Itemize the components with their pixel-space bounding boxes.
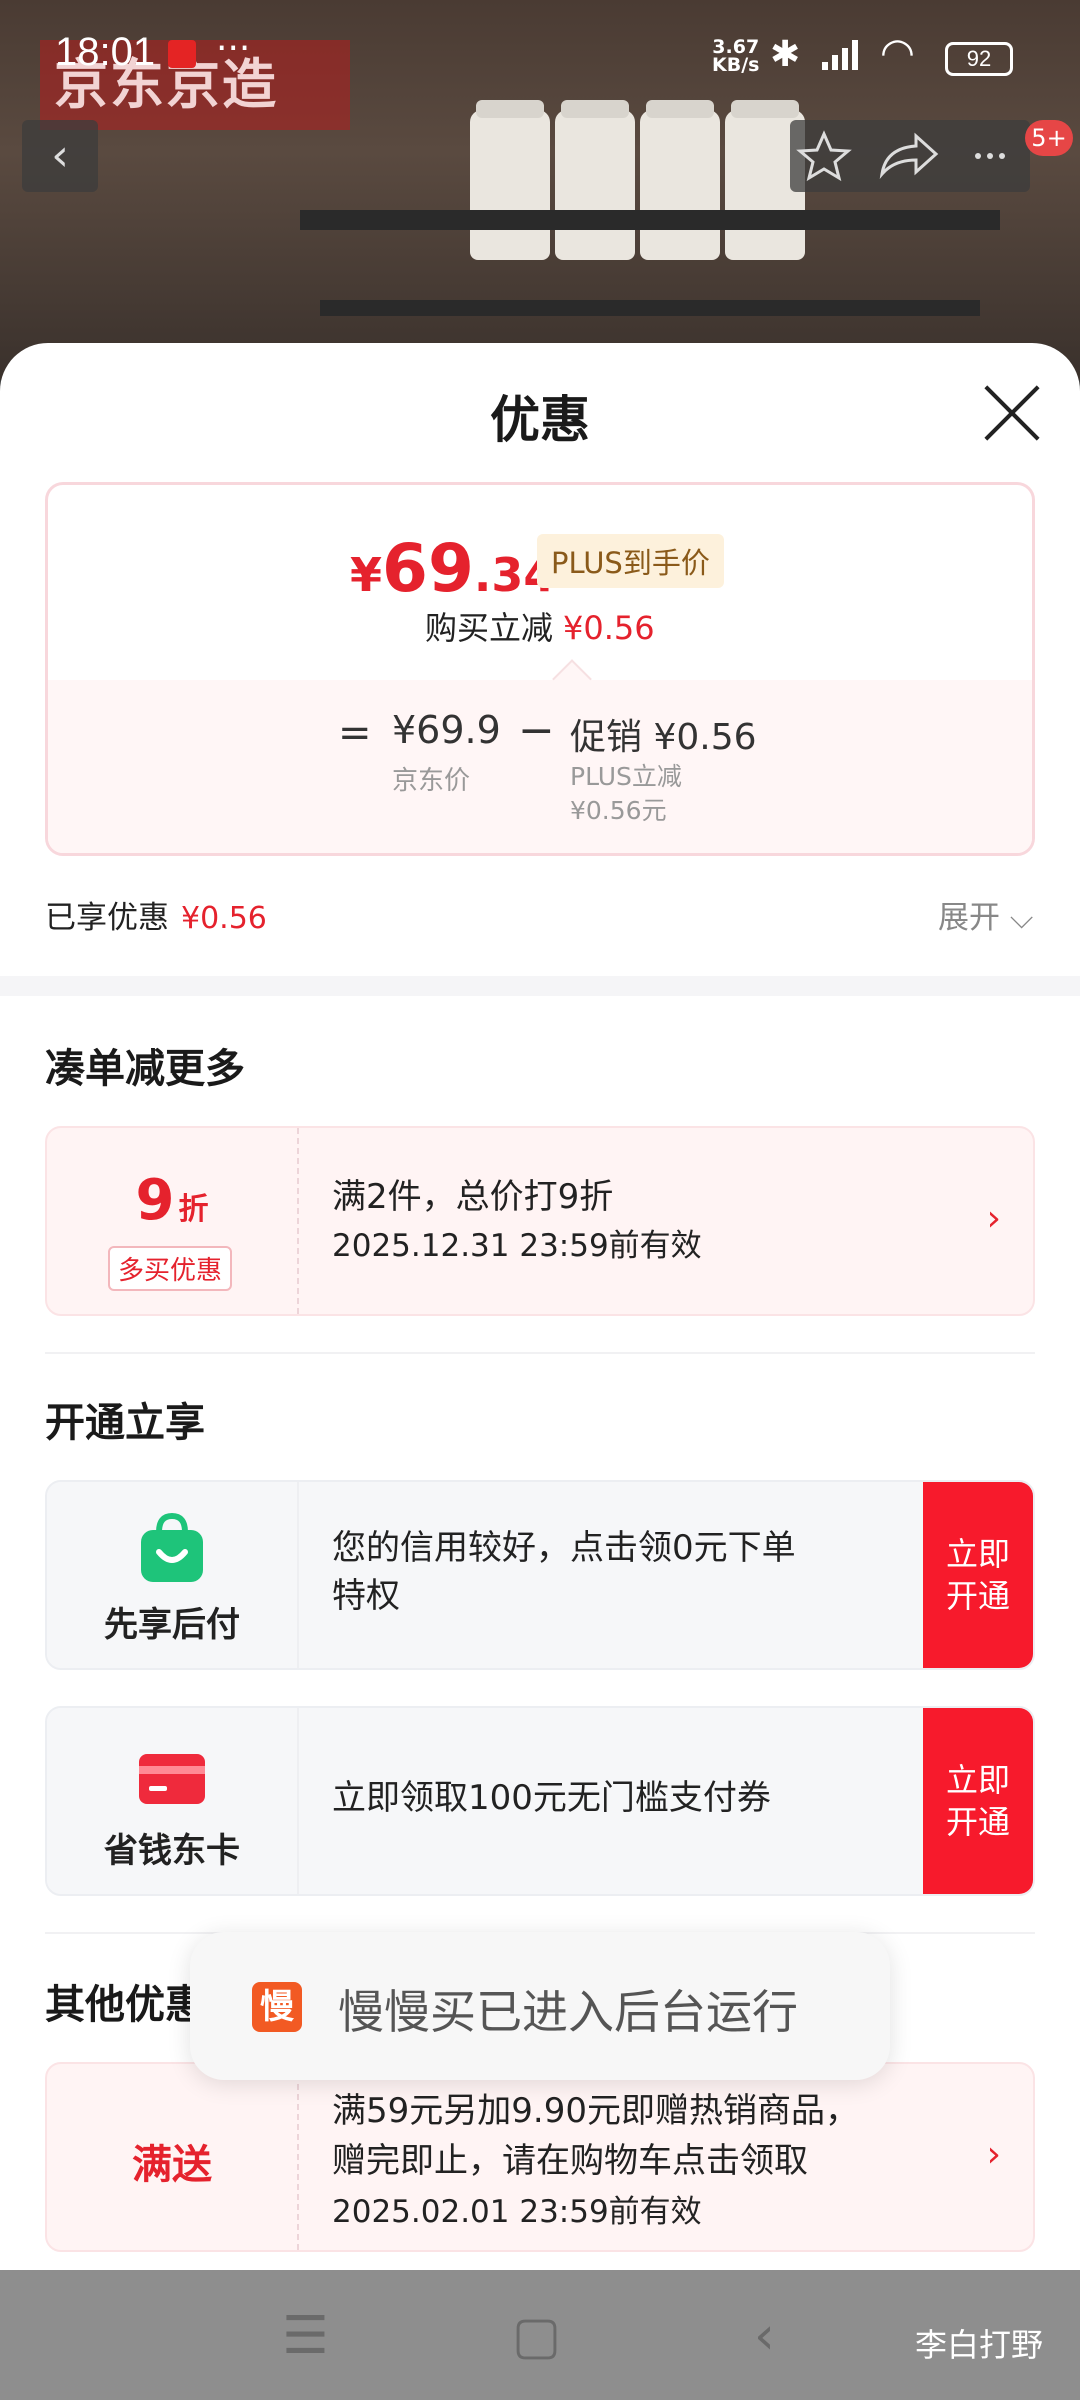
net-speed-unit: KB/s <box>712 54 760 76</box>
currency-symbol: ¥ <box>350 548 383 602</box>
manmanmai-app-icon: 慢 <box>252 1982 302 2032</box>
cta-line1: 立即 <box>945 1535 1010 1573</box>
pay-later-card[interactable]: 先享后付 您的信用较好，点击领0元下单 特权 立即开通 <box>45 1480 1035 1670</box>
discount-number: 9 <box>135 1168 175 1233</box>
jd-price-label: 京东价 <box>392 766 471 796</box>
bluetooth-icon: ✱ <box>770 34 801 75</box>
cta-line2: 开通 <box>945 1577 1010 1615</box>
bundle-discount-card[interactable]: 9折 多买优惠 满2件，总价打9折 2025.12.31 23:59前有效 › <box>45 1126 1035 1316</box>
status-time: 18:01 <box>55 30 156 74</box>
section-title-other: 其他优惠 <box>45 1982 205 2028</box>
multi-buy-tag: 多买优惠 <box>108 1246 233 1291</box>
back-button[interactable]: ‹ <box>22 120 98 192</box>
gift-promo-card[interactable]: 满送 满59元另加9.90元即赠热销商品， 赠完即止，请在购物车点击领取 202… <box>45 2062 1035 2252</box>
discount-value: 9折 <box>47 1168 297 1233</box>
section-title-bundle: 凑单减更多 <box>45 1046 245 1092</box>
savings-card-desc: 立即领取100元无门槛支付券 <box>332 1778 771 1818</box>
bundle-rule: 满2件，总价打9折 <box>332 1177 614 1217</box>
product-jar <box>470 100 550 260</box>
gift-promo-desc: 满59元另加9.90元即赠热销商品， 赠完即止，请在购物车点击领取 2025.0… <box>332 2086 859 2237</box>
buy-reduce: 购买立减 ¥0.56 <box>425 603 655 649</box>
pay-later-name: 先享后付 <box>104 1605 240 1645</box>
top-actions-icons <box>796 130 1005 182</box>
sheet-title: 优惠 <box>490 391 590 449</box>
final-price: ¥69.34 <box>350 530 555 607</box>
shelf <box>320 300 980 316</box>
gift-promo-line2: 赠完即止，请在购物车点击领取 <box>332 2141 808 2181</box>
gift-promo-line1: 满59元另加9.90元即赠热销商品， <box>332 2091 859 2131</box>
activate-now-label: 立即 开通 <box>946 1759 1010 1843</box>
discount-badge-column: 9折 多买优惠 <box>47 1128 299 1314</box>
savings-card-name: 省钱东卡 <box>104 1831 240 1871</box>
activate-now-button[interactable]: 立即 开通 <box>923 1708 1033 1894</box>
enjoyed-label: 已享优惠 <box>45 900 169 936</box>
bundle-expiry: 2025.12.31 23:59前有效 <box>332 1228 702 1264</box>
status-bar: 18:01 ··· 3.67 KB/s ✱ ◠ 92 <box>0 0 1080 110</box>
gift-promo-left: 满送 <box>47 2064 299 2250</box>
network-speed: 3.67 KB/s <box>712 38 760 76</box>
price-integer: 69 <box>382 530 474 607</box>
promo-detail-line1: PLUS立减 <box>570 762 682 791</box>
watermark-signature: 李白打野 <box>915 2326 1044 2364</box>
pay-later-desc-line2: 特权 <box>332 1576 400 1616</box>
chevron-right-icon: › <box>986 1198 1001 1239</box>
divider <box>45 1352 1035 1354</box>
section-title-activate: 开通立享 <box>45 1400 205 1446</box>
jd-price: ¥69.9 <box>392 708 501 752</box>
wifi-icon: ◠ <box>880 30 915 76</box>
shopping-bag-icon <box>141 1512 203 1582</box>
promo-amount: 促销 ¥0.56 <box>570 717 757 758</box>
top-actions <box>790 120 1030 192</box>
savings-card[interactable]: 省钱东卡 立即领取100元无门槛支付券 立即开通 <box>45 1706 1035 1896</box>
product-jar <box>640 100 720 260</box>
pay-later-desc-line1: 您的信用较好，点击领0元下单 <box>332 1528 796 1568</box>
plus-price-tag: PLUS到手价 <box>537 534 724 588</box>
savings-card-left: 省钱东卡 <box>47 1708 299 1894</box>
activate-now-button[interactable]: 立即 开通 <box>923 1482 1033 1668</box>
back-nav-icon[interactable]: ‹ <box>754 2310 775 2362</box>
gift-promo-label: 满送 <box>132 2142 212 2188</box>
cta-line2: 开通 <box>945 1803 1010 1841</box>
section-divider <box>0 976 1080 996</box>
battery-icon: 92 <box>945 42 1013 76</box>
favorite-icon <box>796 130 852 182</box>
system-navigation-bar: ☰ ▢ ‹ 李白打野 <box>0 2270 1080 2400</box>
card-icon <box>139 1754 205 1804</box>
minus-sign: − <box>518 705 555 756</box>
promo-detail-line2: ¥0.56元 <box>570 796 667 825</box>
buy-reduce-value: ¥0.56 <box>563 609 655 647</box>
cta-line1: 立即 <box>945 1761 1010 1799</box>
app-notification-icon <box>168 40 196 68</box>
pay-later-desc: 您的信用较好，点击领0元下单 特权 <box>332 1524 892 1620</box>
menu-icon[interactable]: ☰ <box>282 2310 329 2362</box>
pay-later-left: 先享后付 <box>47 1482 299 1668</box>
gift-promo-expiry: 2025.02.01 23:59前有效 <box>332 2194 702 2230</box>
enjoyed-value: ¥0.56 <box>181 901 267 936</box>
chevron-right-icon: › <box>986 2134 1001 2175</box>
toast-text: 慢慢买已进入后台运行 <box>338 1985 798 2039</box>
buy-reduce-label: 购买立减 <box>425 609 554 647</box>
close-icon[interactable] <box>980 380 1046 446</box>
share-icon <box>879 132 939 179</box>
enjoyed-discount: 已享优惠 ¥0.56 <box>45 892 267 937</box>
background-run-toast: 慢 慢慢买已进入后台运行 <box>190 1932 890 2080</box>
promo-detail: PLUS立减 ¥0.56元 <box>570 760 682 828</box>
expand-button[interactable]: 展开 ⌵ <box>938 892 1033 937</box>
more-notifications-icon: ··· <box>216 28 251 69</box>
discount-unit: 折 <box>178 1192 209 1227</box>
shelf <box>300 210 1000 230</box>
signal-icon <box>822 40 858 70</box>
equals-sign: = <box>338 710 372 756</box>
home-icon[interactable]: ▢ <box>512 2310 561 2362</box>
product-jar <box>555 100 635 260</box>
bundle-desc: 满2件，总价打9折 2025.12.31 23:59前有效 <box>332 1173 702 1270</box>
activate-now-label: 立即 开通 <box>946 1533 1010 1617</box>
more-icon <box>975 153 1005 159</box>
cart-badge: 5+ <box>1025 120 1073 156</box>
